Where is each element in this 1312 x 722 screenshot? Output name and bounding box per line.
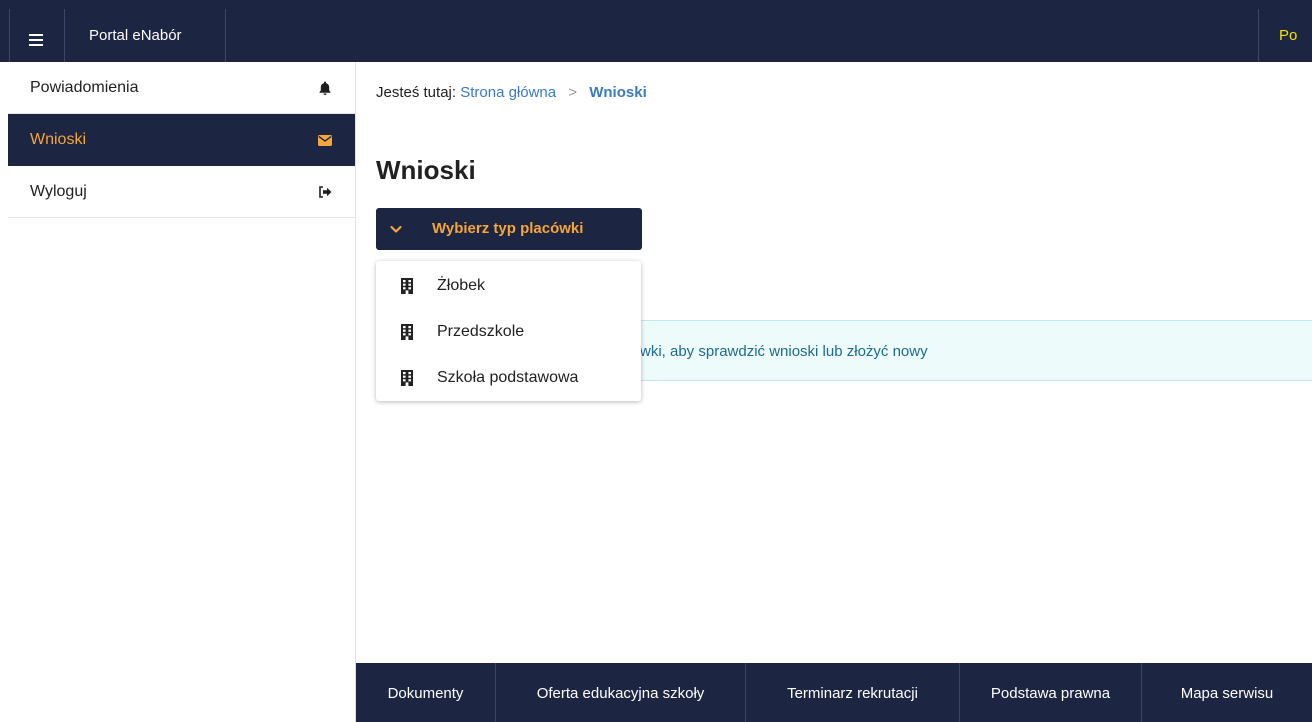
dropdown-option-label: Żłobek	[437, 277, 486, 294]
hamburger-menu-icon[interactable]	[9, 9, 65, 62]
top-navbar: Portal eNabór Po	[0, 0, 1312, 62]
page-title: Wnioski	[376, 155, 476, 185]
dropdown-option-label: Szkoła podstawowa	[437, 369, 579, 386]
building-icon	[401, 324, 413, 345]
dropdown-option-szkola-podstawowa[interactable]: Szkoła podstawowa	[376, 355, 641, 401]
breadcrumb: Jesteś tutaj: Strona główna > Wnioski	[376, 84, 647, 101]
sidebar-item-wyloguj[interactable]: Wyloguj	[8, 166, 355, 218]
sidebar-item-label: Powiadomienia	[30, 79, 139, 96]
breadcrumb-separator: >	[568, 84, 578, 101]
bell-icon	[317, 62, 333, 114]
footer-link-mapa-serwisu[interactable]: Mapa serwisu	[1142, 663, 1312, 722]
breadcrumb-home-link[interactable]: Strona główna	[460, 84, 556, 101]
breadcrumb-current: Wnioski	[589, 84, 647, 101]
dropdown-option-zlobek[interactable]: Żłobek	[376, 263, 641, 309]
footer-link-podstawa-prawna[interactable]: Podstawa prawna	[960, 663, 1142, 722]
building-icon	[401, 278, 413, 299]
sidebar-item-wnioski[interactable]: Wnioski	[8, 114, 355, 166]
facility-type-dropdown-menu: Żłobek Przedszkole Szkoła podstawowa	[376, 261, 641, 401]
breadcrumb-prefix: Jesteś tutaj:	[376, 84, 457, 101]
footer-nav: Dokumenty Oferta edukacyjna szkoły Termi…	[356, 663, 1312, 722]
sidebar-item-label: Wyloguj	[30, 183, 87, 200]
chevron-down-icon	[388, 221, 404, 242]
sidebar-item-powiadomienia[interactable]: Powiadomienia	[8, 62, 355, 114]
sign-out-icon	[317, 166, 333, 218]
footer-link-oferta-edukacyjna[interactable]: Oferta edukacyjna szkoły	[496, 663, 746, 722]
dropdown-option-label: Przedszkole	[437, 323, 525, 340]
sidebar-item-label: Wnioski	[30, 131, 87, 148]
facility-type-dropdown-button[interactable]: Wybierz typ placówki	[376, 208, 642, 250]
top-right-link[interactable]: Po	[1258, 9, 1312, 62]
portal-brand-link[interactable]: Portal eNabór	[66, 9, 226, 62]
envelope-icon	[317, 114, 333, 166]
dropdown-button-label: Wybierz typ placówki	[432, 220, 584, 237]
footer-link-dokumenty[interactable]: Dokumenty	[356, 663, 496, 722]
sidebar: Powiadomienia Wnioski Wyloguj	[0, 62, 356, 722]
building-icon	[401, 370, 413, 391]
dropdown-option-przedszkole[interactable]: Przedszkole	[376, 309, 641, 355]
footer-link-terminarz-rekrutacji[interactable]: Terminarz rekrutacji	[746, 663, 960, 722]
